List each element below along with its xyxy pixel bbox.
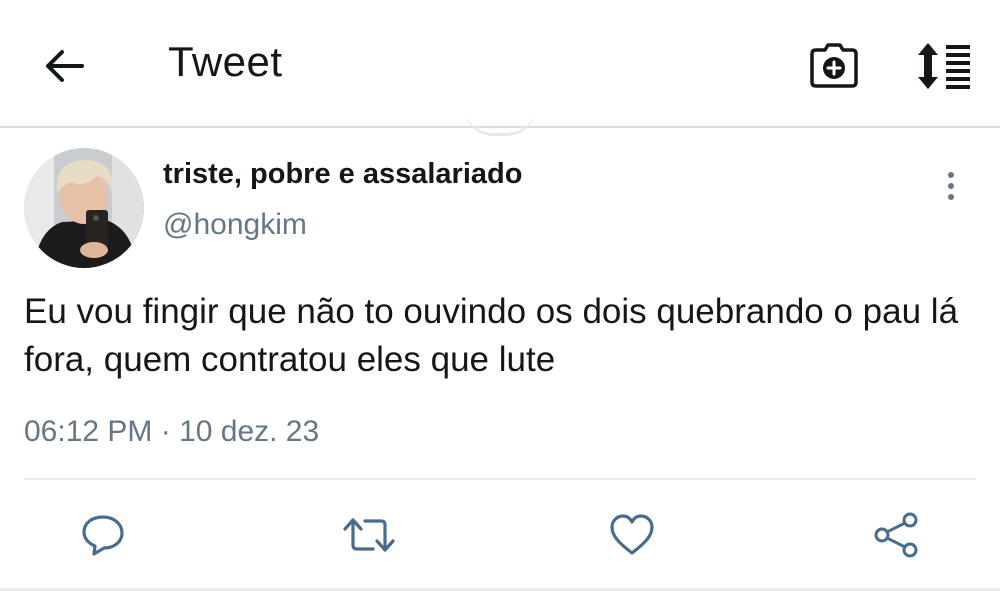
- share-button[interactable]: [868, 507, 924, 563]
- reply-icon: [82, 515, 124, 556]
- tweet-timestamp: 06:12 PM · 10 dez. 23: [24, 415, 320, 448]
- camera-button[interactable]: [806, 38, 862, 94]
- retweet-icon: [343, 518, 395, 552]
- author-handle[interactable]: @hongkim: [163, 208, 307, 242]
- avatar-image: [24, 148, 144, 268]
- share-icon: [874, 512, 918, 558]
- like-button[interactable]: [604, 507, 660, 563]
- back-button[interactable]: [38, 40, 90, 92]
- author-display-name[interactable]: triste, pobre e assalariado: [163, 158, 522, 191]
- tweet-text: Eu vou fingir que não to ouvindo os dois…: [24, 292, 959, 379]
- more-dot-icon: [948, 194, 954, 200]
- heart-icon: [610, 514, 654, 555]
- more-dot-icon: [948, 183, 954, 189]
- avatar[interactable]: [24, 148, 144, 268]
- more-options-button[interactable]: [934, 166, 968, 206]
- retweet-button[interactable]: [341, 507, 397, 563]
- page-title: Tweet: [168, 38, 283, 85]
- more-dot-icon: [948, 172, 954, 178]
- reply-button[interactable]: [75, 507, 131, 563]
- sort-button[interactable]: [912, 38, 976, 94]
- arrow-left-icon: [46, 50, 84, 82]
- divider: [24, 478, 976, 480]
- camera-plus-icon: [810, 43, 858, 88]
- pull-refresh-indicator: [465, 108, 535, 136]
- sort-list-icon: [918, 43, 970, 89]
